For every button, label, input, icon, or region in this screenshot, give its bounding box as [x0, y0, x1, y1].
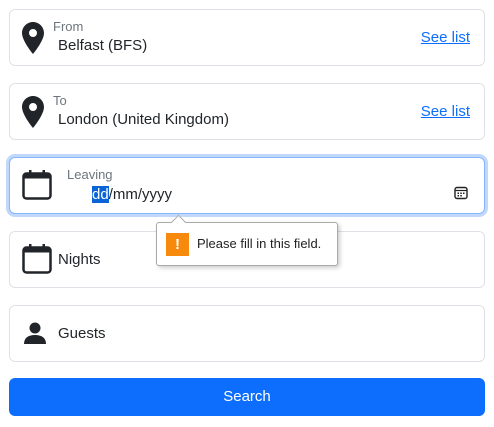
person-icon — [24, 322, 46, 344]
map-pin-icon — [22, 96, 44, 128]
leaving-date-input[interactable]: dd/mm/yyyy — [92, 186, 172, 203]
date-rest-segments[interactable]: /mm/yyyy — [109, 186, 172, 203]
to-label: To — [53, 93, 67, 108]
date-picker-icon[interactable] — [454, 186, 468, 200]
to-field[interactable]: To London (United Kingdom) See list — [9, 83, 485, 140]
guests-field[interactable]: Guests — [9, 305, 485, 362]
from-label: From — [53, 19, 84, 34]
validation-tooltip: ! Please fill in this field. — [156, 222, 338, 266]
from-see-list-link[interactable]: See list — [421, 29, 470, 46]
to-value[interactable]: London (United Kingdom) — [58, 111, 229, 128]
from-field[interactable]: From Belfast (BFS) See list — [9, 9, 485, 66]
validation-message: Please fill in this field. — [197, 236, 322, 251]
nights-label: Nights — [58, 251, 101, 268]
search-button[interactable]: Search — [9, 378, 485, 416]
calendar-icon — [22, 244, 52, 274]
from-value[interactable]: Belfast (BFS) — [58, 37, 147, 54]
leaving-label: Leaving — [67, 167, 113, 182]
calendar-icon — [22, 170, 52, 200]
leaving-field[interactable]: Leaving dd/mm/yyyy — [9, 157, 485, 214]
map-pin-icon — [22, 22, 44, 54]
guests-label: Guests — [58, 325, 106, 342]
date-day-segment[interactable]: dd — [92, 186, 109, 203]
warning-icon: ! — [166, 233, 189, 256]
to-see-list-link[interactable]: See list — [421, 103, 470, 120]
